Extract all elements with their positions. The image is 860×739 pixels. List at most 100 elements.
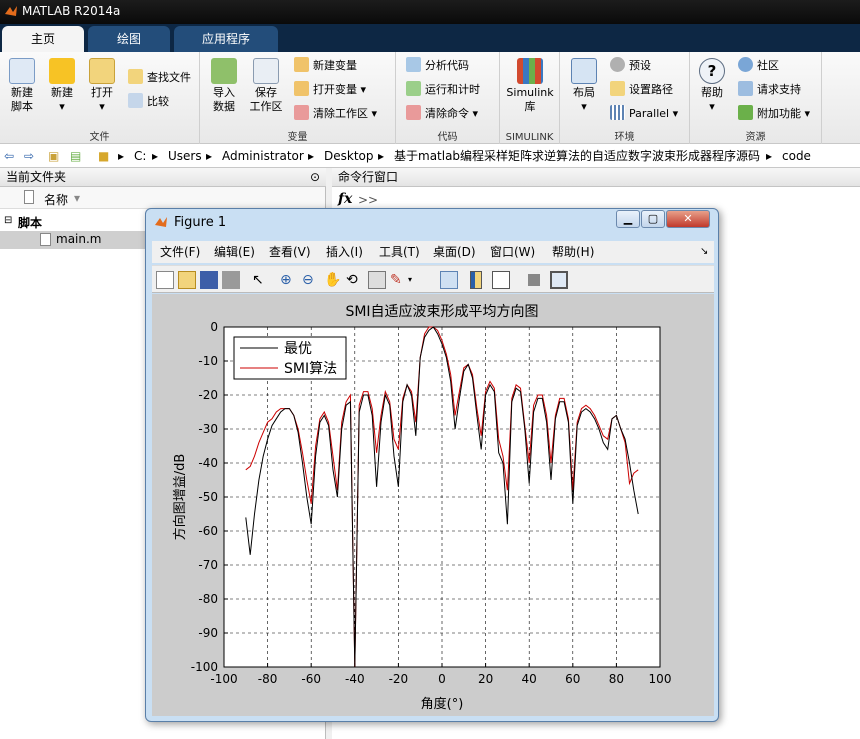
menu-edit[interactable]: 编辑(E) (214, 241, 255, 263)
x-axis-label: 角度(°) (421, 696, 464, 712)
addons-button[interactable]: 附加功能 ▾ (738, 104, 810, 124)
community-button[interactable]: 社区 (738, 56, 779, 76)
open-variable-button[interactable]: 打开变量 ▾ (294, 80, 366, 100)
file-name: main.m (56, 232, 102, 246)
sort-arrow-icon[interactable]: ▾ (74, 191, 80, 205)
open-button[interactable]: 打开 ▾ (82, 58, 122, 114)
import-data-button[interactable]: 导入 数据 (204, 58, 244, 114)
tab-home[interactable]: 主页 (2, 26, 84, 52)
path-segment[interactable]: Users (168, 144, 202, 168)
new-figure-icon[interactable] (156, 271, 174, 289)
run-and-time-button[interactable]: 运行和计时 (406, 80, 480, 100)
close-button[interactable]: ✕ (666, 210, 710, 228)
folder-icon (89, 58, 115, 84)
panel-menu-icon[interactable]: ⊙ (310, 168, 320, 187)
app-titlebar: MATLAB R2014a (0, 0, 860, 24)
fx-icon[interactable]: fx (338, 191, 352, 207)
current-folder-header: 当前文件夹 ⊙ (0, 168, 326, 187)
simulink-library-button[interactable]: Simulink 库 (506, 58, 554, 114)
layout-button[interactable]: 布局 ▾ (564, 58, 604, 114)
path-segment[interactable]: C: (134, 144, 146, 168)
menu-file[interactable]: 文件(F) (160, 241, 200, 263)
maximize-button[interactable]: ▢ (641, 210, 665, 228)
save-workspace-button[interactable]: 保存 工作区 (246, 58, 286, 114)
forward-arrow-icon[interactable]: ⇨ (24, 144, 34, 168)
clear-workspace-button[interactable]: 清除工作区 ▾ (294, 104, 377, 124)
menu-window[interactable]: 窗口(W) (490, 241, 535, 263)
figure-canvas: SMI自适应波束形成平均方向图 -100 -80 -60 -40 -20 0 20 40 60 8… (152, 294, 714, 716)
compare-button[interactable]: 比较 (128, 92, 169, 112)
import-icon (211, 58, 237, 84)
legend-icon[interactable] (492, 271, 510, 289)
gear-icon (610, 57, 625, 72)
help-button[interactable]: ? 帮助 ▾ (692, 58, 732, 114)
zoom-in-icon[interactable]: ⊕ (280, 271, 298, 289)
set-path-icon (610, 81, 625, 96)
group-simulink: Simulink 库 SIMULINK (500, 52, 560, 144)
save-workspace-icon (253, 58, 279, 84)
path-segment[interactable]: 基于matlab编程采样矩阵求逆算法的自适应数字波束形成器程序源码 (394, 144, 760, 168)
up-folder-icon[interactable]: ▣ (48, 144, 59, 168)
collapse-icon[interactable]: ⊟ (4, 215, 12, 226)
figure-title: Figure 1 (174, 215, 227, 230)
group-label: 脚本 (18, 216, 43, 230)
colorbar-icon[interactable] (470, 271, 482, 289)
tab-apps[interactable]: 应用程序 (174, 26, 278, 52)
preferences-button[interactable]: 预设 (610, 56, 651, 76)
pointer-icon[interactable]: ↖ (252, 271, 270, 289)
save-icon[interactable] (200, 271, 218, 289)
chart-svg: SMI自适应波束形成平均方向图 -100 -80 -60 -40 -20 0 20 40 60 8… (172, 303, 672, 712)
x-tick-label: -100 (210, 672, 237, 686)
brush-dropdown-icon[interactable]: ▾ (408, 271, 426, 289)
data-cursor-icon[interactable] (368, 271, 386, 289)
parallel-button[interactable]: Parallel ▾ (610, 104, 678, 124)
group-file: 新建 脚本 新建 ▾ 打开 ▾ 查找文件 比较 文件 (0, 52, 200, 144)
dock-arrow-icon[interactable]: ↘ (700, 241, 708, 263)
tab-plots[interactable]: 绘图 (88, 26, 170, 52)
request-support-button[interactable]: 请求支持 (738, 80, 801, 100)
minimize-button[interactable]: ▁ (616, 210, 640, 228)
legend[interactable]: 最优 SMI算法 (233, 336, 347, 380)
open-variable-icon (294, 81, 309, 96)
support-icon (738, 81, 753, 96)
clear-commands-icon (406, 105, 421, 120)
address-bar: ⇦ ⇨ ▣ ▤ ■ ▸ C: ▸ Users ▸ Administrator ▸… (0, 144, 860, 168)
pan-hand-icon[interactable]: ✋ (324, 271, 342, 289)
y-tick-label: -20 (198, 388, 218, 402)
open-file-icon[interactable] (178, 271, 196, 289)
analyze-code-button[interactable]: 分析代码 (406, 56, 469, 76)
group-environment: 布局 ▾ 预设 设置路径 Parallel ▾ 环境 (560, 52, 690, 144)
print-icon[interactable] (222, 271, 240, 289)
y-tick-label: -10 (198, 354, 218, 368)
link-plot-icon[interactable] (440, 271, 458, 289)
menu-tools[interactable]: 工具(T) (379, 241, 420, 263)
group-label-resources: 资源 (745, 132, 766, 143)
x-tick-label: 40 (522, 672, 537, 686)
x-tick-label: 100 (649, 672, 672, 686)
find-files-button[interactable]: 查找文件 (128, 68, 191, 88)
set-path-button[interactable]: 设置路径 (610, 80, 673, 100)
path-segment[interactable]: code (782, 144, 811, 168)
show-plot-tools-icon[interactable] (550, 271, 568, 289)
brush-icon[interactable]: ✎ (390, 271, 408, 289)
new-button[interactable]: 新建 ▾ (42, 58, 82, 114)
zoom-out-icon[interactable]: ⊖ (302, 271, 320, 289)
command-window-title: 命令行窗口 (338, 170, 399, 184)
menu-view[interactable]: 查看(V) (269, 241, 311, 263)
x-tick-label: 20 (478, 672, 493, 686)
clear-commands-button[interactable]: 清除命令 ▾ (406, 104, 478, 124)
menu-insert[interactable]: 插入(I) (326, 241, 363, 263)
menu-help[interactable]: 帮助(H) (552, 241, 594, 263)
menu-desktop[interactable]: 桌面(D) (433, 241, 476, 263)
addons-icon (738, 105, 753, 120)
back-arrow-icon[interactable]: ⇦ (4, 144, 14, 168)
path-segment[interactable]: Desktop (324, 144, 374, 168)
browse-folder-icon[interactable]: ▤ (70, 144, 81, 168)
name-column-header[interactable]: 名称 (44, 191, 68, 208)
x-tick-label: 0 (438, 672, 446, 686)
hide-plot-tools-icon[interactable] (528, 274, 540, 286)
rotate-3d-icon[interactable]: ⟲ (346, 271, 364, 289)
new-variable-button[interactable]: 新建变量 (294, 56, 357, 76)
new-script-button[interactable]: 新建 脚本 (2, 58, 42, 114)
path-segment[interactable]: Administrator (222, 144, 304, 168)
